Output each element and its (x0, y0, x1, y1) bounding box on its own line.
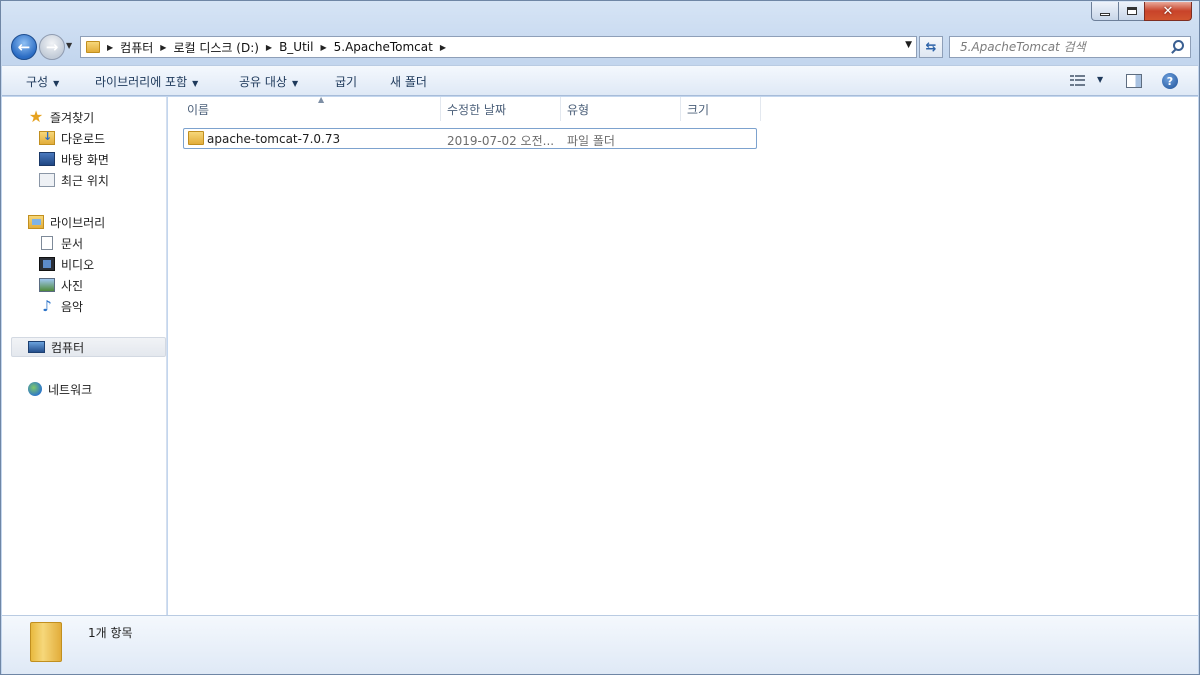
details-pane: 1개 항목 (2, 615, 1198, 674)
sidebar-item-label: 바탕 화면 (61, 152, 109, 167)
minimize-icon (1100, 12, 1110, 16)
sidebar-item-label: 음악 (61, 299, 84, 314)
column-header-label: 크기 (687, 102, 710, 117)
breadcrumb-local-disk[interactable]: 로컬 디스크 (D:) (173, 39, 258, 56)
file-list[interactable]: ▲ 이름 수정한 날짜 유형 크기 apache-tomcat-7.0.73 2… (168, 95, 1198, 615)
share-with-button[interactable]: 공유 대상 ▼ (239, 73, 298, 90)
recent-pages-dropdown[interactable]: ▼ (66, 41, 72, 50)
chevron-right-icon[interactable]: ▶ (160, 43, 166, 52)
close-button[interactable]: ✕ (1144, 2, 1192, 21)
search-box[interactable] (949, 36, 1191, 58)
navigation-pane: ★ 즐겨찾기 다운로드 바탕 화면 최근 위치 라이브러리 문서 비디오 사진 ♪… (2, 97, 167, 615)
file-type: 파일 폴더 (567, 134, 615, 148)
title-bar[interactable]: ✕ (1, 1, 1199, 27)
chevron-down-icon[interactable]: ▼ (905, 40, 912, 50)
recent-places-icon (39, 173, 55, 187)
column-header-type[interactable]: 유형 (560, 97, 681, 121)
sidebar-item-label: 비디오 (61, 257, 95, 272)
forward-button[interactable]: → (39, 34, 65, 60)
chevron-down-icon[interactable]: ▼ (1097, 75, 1103, 84)
change-view-icon[interactable] (1070, 75, 1086, 87)
address-bar[interactable]: ▶ 컴퓨터 ▶ 로컬 디스크 (D:) ▶ B_Util ▶ 5.ApacheT… (80, 36, 917, 58)
computer-icon (28, 341, 45, 353)
sidebar-item-label: 최근 위치 (61, 173, 109, 188)
desktop-icon (39, 152, 55, 166)
file-date-modified: 2019-07-02 오전... (447, 134, 555, 148)
back-arrow-icon: ← (17, 38, 31, 56)
file-name: apache-tomcat-7.0.73 (207, 132, 341, 146)
refresh-icon: ⇆ (925, 39, 937, 55)
organize-label: 구성 (26, 75, 49, 89)
minimize-button[interactable] (1091, 2, 1119, 21)
column-header-label: 이름 (187, 102, 210, 117)
close-icon: ✕ (1162, 3, 1174, 19)
column-header-label: 유형 (567, 102, 590, 117)
music-note-icon: ♪ (42, 297, 52, 315)
network-icon (28, 382, 42, 396)
picture-icon (39, 278, 55, 292)
column-header-date-modified[interactable]: 수정한 날짜 (440, 97, 561, 121)
maximize-button[interactable] (1118, 2, 1145, 21)
breadcrumb-computer[interactable]: 컴퓨터 (120, 39, 153, 56)
sidebar-item-label: 문서 (61, 236, 84, 251)
back-button[interactable]: ← (11, 34, 37, 60)
chevron-right-icon[interactable]: ▶ (266, 43, 272, 52)
star-icon: ★ (28, 107, 44, 126)
sidebar-item-label: 즐겨찾기 (50, 110, 95, 125)
chevron-down-icon: ▼ (291, 79, 299, 88)
table-row[interactable]: apache-tomcat-7.0.73 2019-07-02 오전... 파일… (183, 128, 757, 149)
chevron-down-icon: ▼ (53, 79, 60, 88)
folder-icon (188, 131, 204, 145)
forward-arrow-icon: → (45, 38, 59, 56)
refresh-button[interactable]: ⇆ (919, 36, 943, 58)
burn-button[interactable]: 굽기 (335, 73, 357, 90)
sidebar-item-label: 다운로드 (61, 131, 106, 146)
document-icon (41, 236, 53, 250)
command-toolbar: 구성 ▼ 라이브러리에 포함 ▼ 공유 대상 ▼ 굽기 새 폴더 ▼ ? (2, 65, 1198, 96)
item-count: 1개 항목 (88, 626, 133, 640)
breadcrumb-b-util[interactable]: B_Util (279, 40, 313, 54)
search-input[interactable] (950, 37, 1160, 57)
preview-pane-icon[interactable] (1126, 74, 1142, 88)
organize-button[interactable]: 구성 ▼ (26, 73, 59, 90)
include-in-library-button[interactable]: 라이브러리에 포함 ▼ (95, 73, 198, 90)
explorer-window: ✕ ← → ▼ ▶ 컴퓨터 ▶ 로컬 디스크 (D:) ▶ B_Util ▶ 5… (0, 0, 1200, 675)
library-icon (28, 215, 44, 229)
sidebar-item-label: 네트워크 (48, 382, 93, 397)
maximize-icon (1126, 7, 1137, 15)
chevron-right-icon[interactable]: ▶ (107, 43, 113, 52)
folder-icon (86, 41, 100, 53)
column-header-label: 수정한 날짜 (447, 102, 507, 117)
column-header-size[interactable]: 크기 (680, 97, 761, 121)
share-with-label: 공유 대상 (239, 75, 287, 89)
sidebar-item-label: 컴퓨터 (51, 340, 85, 355)
sidebar-item-label: 사진 (61, 278, 84, 293)
sidebar-item-computer[interactable]: 컴퓨터 (11, 337, 166, 357)
chevron-right-icon[interactable]: ▶ (320, 43, 326, 52)
breadcrumb-apache-tomcat[interactable]: 5.ApacheTomcat (334, 40, 433, 54)
include-in-library-label: 라이브러리에 포함 (95, 75, 188, 89)
column-header-name[interactable]: ▲ 이름 (180, 95, 441, 121)
chevron-right-icon[interactable]: ▶ (440, 43, 446, 52)
downloads-folder-icon (39, 130, 55, 145)
sort-ascending-icon: ▲ (318, 95, 325, 104)
sidebar-item-label: 라이브러리 (50, 215, 106, 230)
help-icon[interactable]: ? (1162, 73, 1178, 89)
folder-icon (30, 622, 62, 662)
search-icon[interactable] (1173, 40, 1184, 51)
new-folder-button[interactable]: 새 폴더 (390, 73, 427, 90)
video-icon (39, 257, 55, 271)
chevron-down-icon: ▼ (192, 79, 199, 88)
